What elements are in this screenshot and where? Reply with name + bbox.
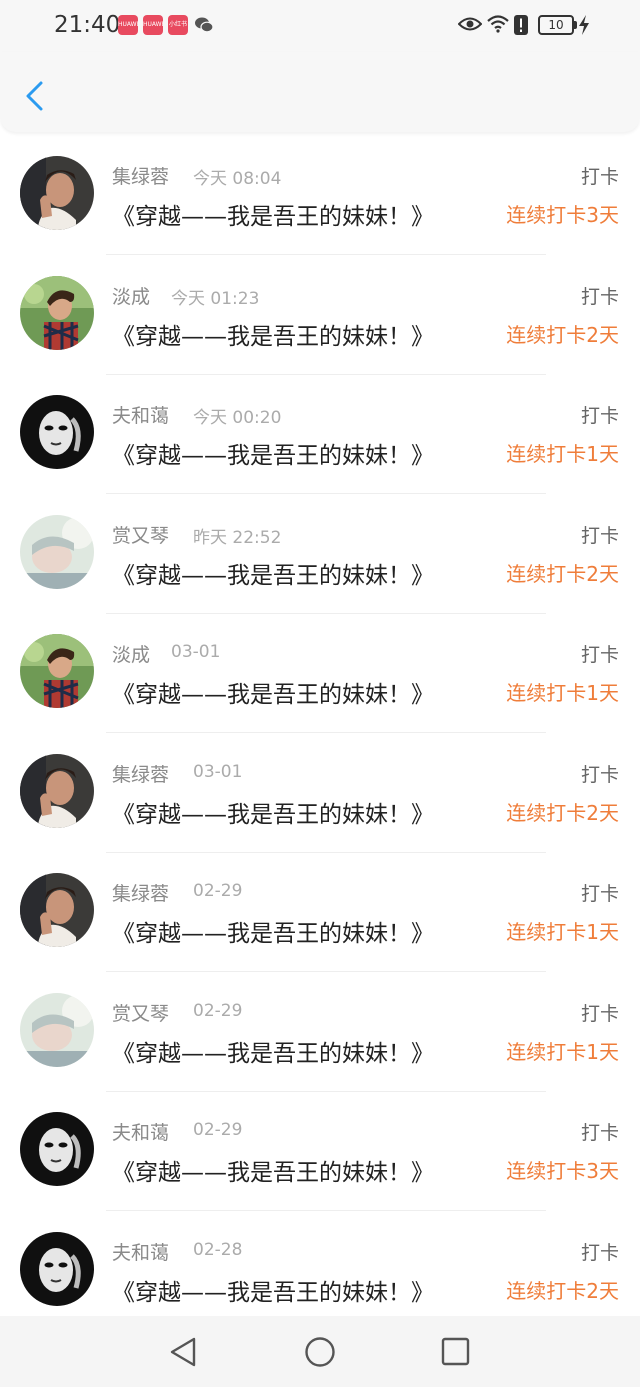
list-item[interactable]: 淡成 今天 01:23 《穿越——我是吾王的妹妹！》 打卡 连续打卡2天: [0, 256, 640, 376]
back-button[interactable]: [14, 72, 54, 120]
checkin-time: 今天 01:23: [171, 288, 260, 309]
checkin-label: 打卡: [580, 644, 619, 666]
list-item[interactable]: 集绿蓉 03-01 《穿越——我是吾王的妹妹！》 打卡 连续打卡2天: [0, 734, 640, 854]
triangle-back-icon[interactable]: [168, 1336, 198, 1368]
avatar[interactable]: [20, 514, 94, 589]
list-item[interactable]: 集绿蓉 02-29 《穿越——我是吾王的妹妹！》 打卡 连续打卡1天: [0, 853, 640, 973]
chevron-left-icon: [26, 81, 43, 111]
book-title: 《穿越——我是吾王的妹妹！》: [112, 562, 434, 589]
checkin-label: 打卡: [580, 524, 619, 547]
user-name: 集绿蓉: [112, 166, 170, 188]
user-name: 夫和蔼: [112, 1122, 170, 1144]
wechat-icon: [195, 17, 214, 33]
checkin-time: 03-01: [193, 761, 243, 782]
book-title: 《穿越——我是吾王的妹妹！》: [112, 443, 434, 469]
avatar[interactable]: [20, 992, 94, 1067]
circle-home-icon[interactable]: [304, 1336, 336, 1368]
checkin-list: 集绿蓉 今天 08:04 《穿越——我是吾王的妹妹！》 打卡 连续打卡3天 淡成…: [0, 136, 640, 1331]
checkin-label: 打卡: [580, 1002, 619, 1025]
book-title: 《穿越——我是吾王的妹妹！》: [112, 1040, 434, 1067]
huawei-app-icon: HUAWEI: [143, 15, 163, 35]
avatar[interactable]: [20, 873, 94, 947]
system-nav-bar: [0, 1316, 640, 1387]
top-header: [0, 52, 640, 132]
checkin-time: 02-29: [193, 881, 243, 901]
checkin-time: 昨天 22:52: [193, 527, 282, 548]
checkin-label: 打卡: [580, 166, 619, 188]
avatar[interactable]: [20, 1112, 94, 1186]
book-title: 《穿越——我是吾王的妹妹！》: [112, 921, 434, 947]
checkin-label: 打卡: [580, 405, 619, 427]
checkin-label: 打卡: [580, 285, 619, 308]
book-title: 《穿越——我是吾王的妹妹！》: [112, 682, 434, 708]
battery-indicator: 10: [538, 15, 574, 35]
xiaohongshu-app-icon: 小红书: [168, 15, 188, 35]
streak-label: 连续打卡1天: [506, 920, 619, 944]
list-item[interactable]: 赏又琴 02-29 《穿越——我是吾王的妹妹！》 打卡 连续打卡1天: [0, 973, 640, 1093]
battery-tip: [574, 21, 577, 29]
user-name: 夫和蔼: [112, 405, 170, 427]
wifi-icon: [487, 15, 509, 33]
eye-icon: [458, 17, 482, 31]
avatar[interactable]: [20, 1231, 94, 1306]
user-name: 集绿蓉: [112, 883, 170, 905]
checkin-time: 03-01: [171, 642, 221, 662]
user-name: 赏又琴: [112, 524, 170, 547]
status-time: 21:40: [54, 12, 121, 38]
book-title: 《穿越——我是吾王的妹妹！》: [112, 1160, 434, 1186]
book-title: 《穿越——我是吾王的妹妹！》: [112, 323, 434, 350]
book-title: 《穿越——我是吾王的妹妹！》: [112, 801, 434, 828]
list-item[interactable]: 赏又琴 昨天 22:52 《穿越——我是吾王的妹妹！》 打卡 连续打卡2天: [0, 495, 640, 615]
user-name: 集绿蓉: [112, 763, 170, 786]
status-bar: 21:40 HUAWEI HUAWEI 小红书 10: [0, 0, 640, 52]
checkin-label: 打卡: [580, 1122, 619, 1144]
streak-label: 连续打卡1天: [506, 1039, 619, 1064]
checkin-label: 打卡: [580, 883, 619, 905]
avatar[interactable]: [20, 275, 94, 350]
streak-label: 连续打卡1天: [506, 442, 619, 466]
streak-label: 连续打卡2天: [506, 800, 619, 825]
checkin-time: 02-29: [193, 1120, 243, 1140]
streak-label: 连续打卡3天: [506, 203, 619, 227]
checkin-time: 今天 08:04: [193, 169, 282, 189]
user-name: 淡成: [112, 285, 151, 308]
user-name: 淡成: [112, 644, 151, 666]
checkin-label: 打卡: [580, 1241, 619, 1264]
avatar[interactable]: [20, 395, 94, 469]
avatar[interactable]: [20, 753, 94, 828]
huawei-app-icon: HUAWEI: [118, 15, 138, 35]
book-title: 《穿越——我是吾王的妹妹！》: [112, 1279, 434, 1306]
list-item[interactable]: 夫和蔼 02-29 《穿越——我是吾王的妹妹！》 打卡 连续打卡3天: [0, 1092, 640, 1212]
charging-bolt-icon: [579, 15, 589, 35]
list-item[interactable]: 夫和蔼 今天 00:20 《穿越——我是吾王的妹妹！》 打卡 连续打卡1天: [0, 375, 640, 495]
user-name: 夫和蔼: [112, 1241, 170, 1264]
avatar[interactable]: [20, 156, 94, 230]
list-item[interactable]: 集绿蓉 今天 08:04 《穿越——我是吾王的妹妹！》 打卡 连续打卡3天: [0, 136, 640, 256]
book-title: 《穿越——我是吾王的妹妹！》: [112, 204, 434, 230]
checkin-time: 02-29: [193, 1000, 243, 1021]
checkin-time: 02-28: [193, 1239, 243, 1260]
signal-alert-icon: [514, 15, 528, 35]
streak-label: 连续打卡2天: [506, 1278, 619, 1303]
streak-label: 连续打卡1天: [506, 681, 619, 705]
list-item[interactable]: 夫和蔼 02-28 《穿越——我是吾王的妹妹！》 打卡 连续打卡2天: [0, 1212, 640, 1332]
checkin-time: 今天 00:20: [193, 408, 282, 428]
streak-label: 连续打卡2天: [506, 322, 619, 347]
checkin-label: 打卡: [580, 763, 619, 786]
user-name: 赏又琴: [112, 1002, 170, 1025]
list-item[interactable]: 淡成 03-01 《穿越——我是吾王的妹妹！》 打卡 连续打卡1天: [0, 614, 640, 734]
streak-label: 连续打卡2天: [506, 561, 619, 586]
avatar[interactable]: [20, 634, 94, 708]
square-recents-icon[interactable]: [441, 1337, 470, 1366]
streak-label: 连续打卡3天: [506, 1159, 619, 1183]
